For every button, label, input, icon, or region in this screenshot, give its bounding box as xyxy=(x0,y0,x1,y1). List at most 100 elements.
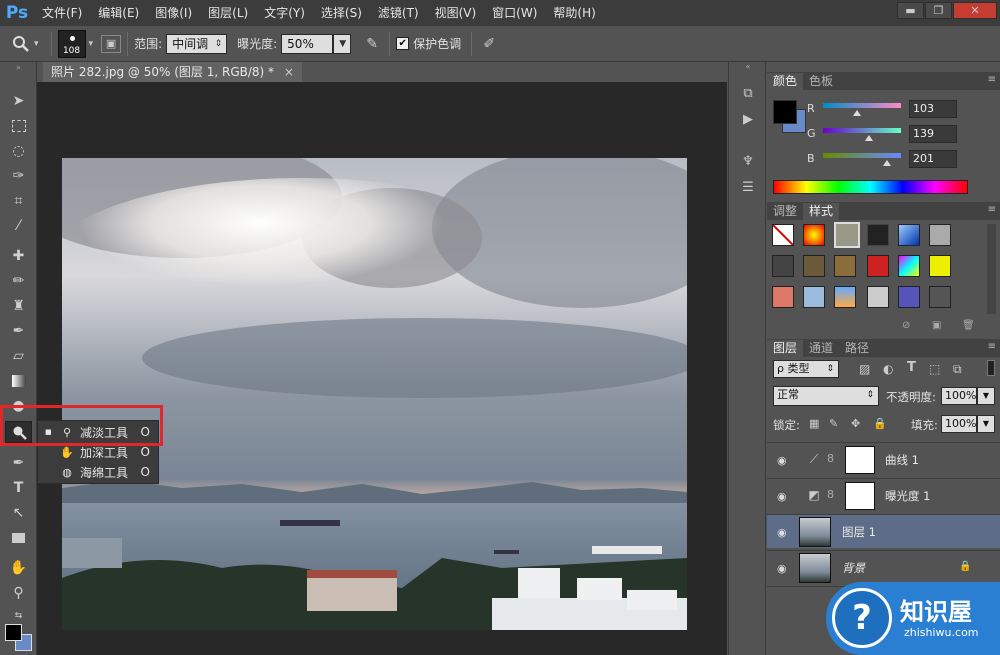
menu-view[interactable]: 视图(V) xyxy=(427,0,485,26)
exposure-dropdown[interactable]: ▼ xyxy=(333,33,352,54)
style-swatch[interactable] xyxy=(929,224,951,246)
foreground-color-swatch[interactable] xyxy=(773,100,797,124)
collapse-arrows-icon[interactable]: « xyxy=(737,62,759,82)
fill-input[interactable]: 100% xyxy=(941,415,977,433)
foreground-color-swatch[interactable] xyxy=(5,624,22,641)
marquee-tool-icon[interactable] xyxy=(5,115,32,137)
layer-row-curves[interactable]: ◉ ⟋ 8 曲线 1 xyxy=(767,442,1000,476)
lock-position-icon[interactable]: ✥ xyxy=(851,417,860,430)
style-swatch[interactable] xyxy=(803,255,825,277)
style-swatch[interactable] xyxy=(867,224,889,246)
filter-shape-icon[interactable]: ⬚ xyxy=(929,362,940,376)
restore-button[interactable]: ❐ xyxy=(925,2,952,19)
filter-type-icon[interactable]: T xyxy=(907,360,916,375)
blend-mode-select[interactable]: 正常 ⇕ xyxy=(773,386,879,406)
path-selection-tool-icon[interactable]: ↖ xyxy=(5,502,32,524)
move-tool-icon[interactable]: ➤ xyxy=(5,90,32,112)
red-track[interactable] xyxy=(823,103,901,108)
history-icon[interactable]: ⧉ xyxy=(737,86,759,106)
eyedropper-tool-icon[interactable]: ⁄ xyxy=(5,215,32,237)
pen-tool-icon[interactable]: ✒ xyxy=(5,452,32,474)
tab-channels[interactable]: 通道 xyxy=(803,340,839,357)
style-swatch[interactable] xyxy=(834,222,860,248)
style-swatch[interactable] xyxy=(898,255,920,277)
filter-adjustment-icon[interactable]: ◐ xyxy=(883,362,893,376)
menu-image[interactable]: 图像(I) xyxy=(147,0,200,26)
close-tab-icon[interactable]: × xyxy=(284,65,294,79)
style-swatch[interactable] xyxy=(834,286,856,308)
color-spectrum-bar[interactable] xyxy=(773,180,968,194)
link-chain-icon[interactable]: 8 xyxy=(827,452,834,465)
visibility-eye-icon[interactable]: ◉ xyxy=(777,562,787,575)
exposure-input[interactable]: 50% xyxy=(281,33,334,54)
visibility-eye-icon[interactable]: ◉ xyxy=(777,454,787,467)
range-select[interactable]: 中间调 ⇕ xyxy=(166,33,228,54)
sponge-tool-option[interactable]: ◍ 海绵工具 O xyxy=(38,462,158,482)
lock-transparency-icon[interactable]: ▦ xyxy=(809,417,819,430)
canvas-area[interactable] xyxy=(37,82,727,655)
delete-style-icon[interactable]: 🗑 xyxy=(962,320,975,331)
history-brush-tool-icon[interactable]: ✒ xyxy=(5,320,32,342)
style-swatch[interactable] xyxy=(867,255,889,277)
sponge-magnifier-icon[interactable] xyxy=(10,33,32,55)
menu-help[interactable]: 帮助(H) xyxy=(545,0,603,26)
tab-styles[interactable]: 样式 xyxy=(803,203,840,220)
filter-smartobject-icon[interactable]: ⧉ xyxy=(953,362,962,377)
layer-mask-thumbnail[interactable] xyxy=(845,482,875,510)
opacity-dropdown-icon[interactable]: ▼ xyxy=(977,387,995,405)
layer-row-exposure[interactable]: ◉ ◩ 8 曝光度 1 xyxy=(767,478,1000,512)
filter-toggle[interactable] xyxy=(987,360,995,376)
style-swatch[interactable] xyxy=(867,286,889,308)
tab-paths[interactable]: 路径 xyxy=(839,340,875,357)
styles-scrollbar[interactable] xyxy=(987,224,996,314)
menu-type[interactable]: 文字(Y) xyxy=(256,0,313,26)
red-slider[interactable]: R 103 xyxy=(807,100,997,120)
menu-select[interactable]: 选择(S) xyxy=(313,0,370,26)
layer-name[interactable]: 曲线 1 xyxy=(885,452,919,468)
green-slider[interactable]: G 139 xyxy=(807,125,997,145)
style-swatch[interactable] xyxy=(803,224,825,246)
pressure-size-icon[interactable]: ✐ xyxy=(478,36,500,52)
layer-thumbnail[interactable] xyxy=(799,553,831,583)
layer-row-background[interactable]: ◉ 背景 🔒 xyxy=(767,550,1000,584)
tab-layers[interactable]: 图层 xyxy=(767,340,804,357)
protect-tones-checkbox[interactable]: ✔ xyxy=(396,37,410,50)
layer-thumbnail[interactable] xyxy=(799,517,831,547)
link-chain-icon[interactable]: 8 xyxy=(827,488,834,501)
lock-all-icon[interactable]: 🔒 xyxy=(873,417,887,430)
panel-menu-icon[interactable]: ≡ xyxy=(988,204,996,215)
style-swatch[interactable] xyxy=(898,224,920,246)
hand-tool-icon[interactable]: ✋ xyxy=(5,557,32,579)
brush-tool-icon[interactable]: ✏ xyxy=(5,270,32,292)
tab-color[interactable]: 颜色 xyxy=(767,73,804,90)
properties-sliders-icon[interactable]: ☰ xyxy=(737,180,759,200)
style-swatch[interactable] xyxy=(898,286,920,308)
style-none-icon[interactable] xyxy=(772,224,794,246)
opacity-input[interactable]: 100% xyxy=(941,387,977,405)
blue-slider[interactable]: B 201 xyxy=(807,150,997,170)
tab-swatches[interactable]: 色板 xyxy=(803,73,839,90)
lock-pixels-icon[interactable]: ✎ xyxy=(829,417,838,430)
menu-layer[interactable]: 图层(L) xyxy=(200,0,256,26)
layer-filter-select[interactable]: ρ 类型 ⇕ xyxy=(773,360,839,378)
filter-pixel-icon[interactable]: ▨ xyxy=(859,362,870,376)
layer-name[interactable]: 图层 1 xyxy=(842,524,876,540)
tab-adjustments[interactable]: 调整 xyxy=(767,203,803,220)
clear-style-icon[interactable]: ⊘ xyxy=(902,320,910,331)
panel-menu-icon[interactable]: ≡ xyxy=(988,74,996,85)
panel-menu-icon[interactable]: ≡ xyxy=(988,341,996,352)
menu-edit[interactable]: 编辑(E) xyxy=(90,0,147,26)
crop-tool-icon[interactable]: ⌗ xyxy=(5,190,32,212)
type-tool-icon[interactable]: T xyxy=(5,477,32,499)
new-style-icon[interactable]: ▣ xyxy=(932,320,941,331)
style-swatch[interactable] xyxy=(929,255,951,277)
clone-stamp-tool-icon[interactable]: ♜ xyxy=(5,295,32,317)
menu-file[interactable]: 文件(F) xyxy=(34,0,90,26)
lasso-tool-icon[interactable]: ◌ xyxy=(5,140,32,162)
airbrush-icon[interactable]: ✎ xyxy=(361,36,383,52)
style-swatch[interactable] xyxy=(803,286,825,308)
layer-mask-thumbnail[interactable] xyxy=(845,446,875,474)
quick-select-tool-icon[interactable]: ✑ xyxy=(5,165,32,187)
collapse-arrows-icon[interactable]: » xyxy=(5,62,32,72)
brush-caret-icon[interactable]: ▾ xyxy=(89,39,94,49)
